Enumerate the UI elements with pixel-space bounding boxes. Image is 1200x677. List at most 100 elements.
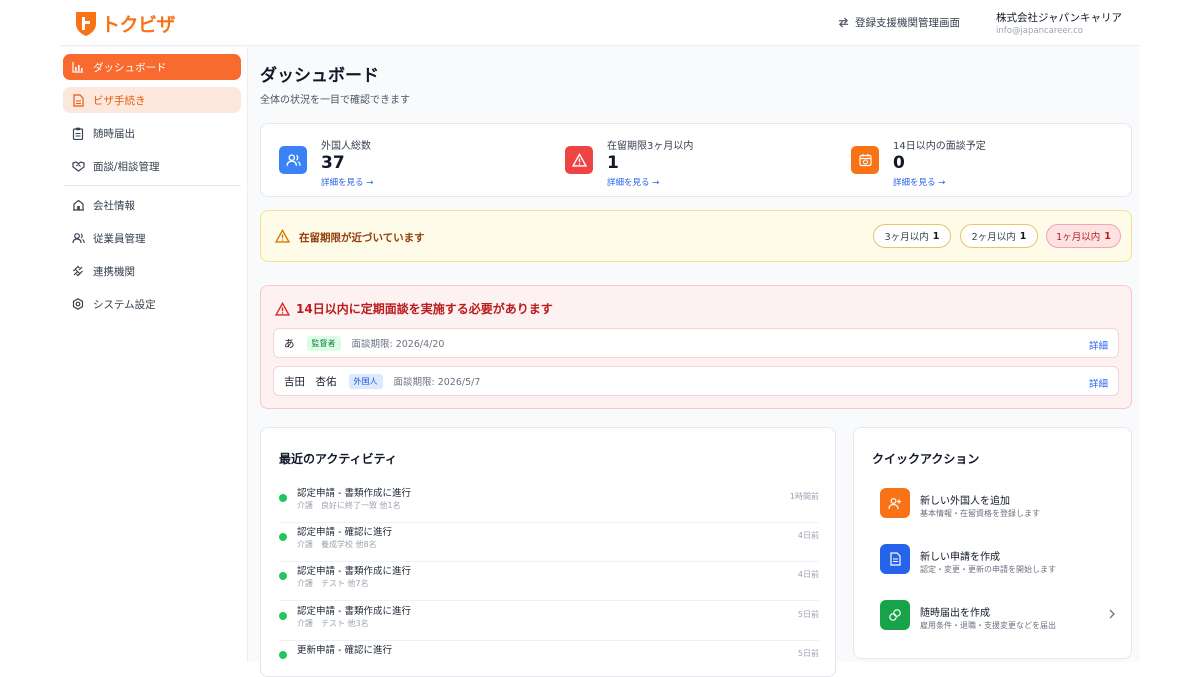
pill-1-month[interactable]: 1ヶ月以内 1 [1046, 224, 1121, 248]
stat-foreigners-total: 外国人総数 37 詳細を見る → [261, 124, 541, 188]
clipboard-icon [71, 126, 85, 140]
sidebar-item-label: 面談/相談管理 [93, 160, 160, 173]
pill-label: 2ヶ月以内 [971, 232, 1016, 243]
page-title: ダッシュボード [260, 66, 379, 86]
pill-2-months[interactable]: 2ヶ月以内 1 [960, 224, 1038, 248]
stat-detail-link[interactable]: 詳細を見る → [893, 176, 945, 188]
stat-detail-link[interactable]: 詳細を見る → [607, 176, 659, 188]
swap-icon [838, 17, 849, 28]
admin-switch-link[interactable]: 登録支援機関管理画面 [838, 15, 960, 30]
activity-sub: 介護 良好に終了一致 他1名 [297, 501, 401, 510]
user-plus-icon [880, 488, 910, 518]
page-subtitle: 全体の状況を一目で確認できます [260, 95, 410, 106]
interview-row: あ 監督者 面談期限: 2026/4/20 詳細 [273, 328, 1119, 358]
activity-item[interactable]: 更新申請 - 確認に進行 5日前 [279, 640, 819, 676]
pill-3-months[interactable]: 3ヶ月以内 1 [873, 224, 951, 248]
activity-title: 最近のアクティビティ [279, 452, 397, 466]
activity-item[interactable]: 認定申請 - 書類作成に進行 介護 良好に終了一致 他1名 1時間前 [279, 483, 819, 523]
top-header: トクビザ 登録支援機関管理画面 株式会社ジャパンキャリア info@japanc… [60, 0, 1140, 46]
handshake-icon [71, 159, 85, 173]
sidebar-item-label: ビザ手続き [93, 94, 146, 107]
activity-item[interactable]: 認定申請 - 書類作成に進行 介護 テスト 他7名 4日前 [279, 561, 819, 601]
file-icon [880, 544, 910, 574]
activity-text: 認定申請 - 書類作成に進行 [297, 606, 411, 617]
stat-label: 外国人総数 [321, 141, 371, 152]
sidebar-item-employees[interactable]: 従業員管理 [63, 225, 241, 251]
sidebar-item-dashboard[interactable]: ダッシュボード [63, 54, 241, 80]
sidebar: ダッシュボード ビザ手続き 随時届出 面談/相談管理 会社情報 従業員管理 連携… [60, 47, 248, 662]
sidebar-divider [63, 185, 241, 186]
activity-sub: 介護 養成学校 他8名 [297, 540, 377, 549]
quick-action-desc: 雇用条件・退職・支援変更などを届出 [920, 621, 1056, 630]
activity-time: 5日前 [797, 610, 819, 619]
sidebar-item-notifications[interactable]: 随時届出 [63, 120, 241, 146]
stat-interviews-upcoming: 14日以内の面談予定 0 詳細を見る → [833, 124, 1113, 188]
quick-action-new-application[interactable]: 新しい申請を作成 認定・変更・更新の申請を開始します [880, 544, 1120, 578]
sidebar-item-label: 随時届出 [93, 127, 135, 140]
activity-time: 4日前 [797, 531, 819, 540]
pill-label: 3ヶ月以内 [884, 232, 929, 243]
stat-value: 37 [321, 153, 345, 173]
quick-action-add-foreigner[interactable]: 新しい外国人を追加 基本情報・在留資格を登録します [880, 488, 1120, 522]
quick-action-desc: 認定・変更・更新の申請を開始します [920, 565, 1056, 574]
role-badge: 監督者 [306, 335, 341, 351]
status-dot [279, 533, 287, 541]
person-name: 吉田 杏佑 [284, 375, 337, 388]
interview-alert: 14日以内に定期面談を実施する必要があります あ 監督者 面談期限: 2026/… [260, 285, 1132, 409]
pill-count: 1 [1104, 230, 1111, 242]
quick-action-create-notification[interactable]: 随時届出を作成 雇用条件・退職・支援変更などを届出 [880, 600, 1120, 634]
user-email: info@japancareer.co [996, 26, 1083, 36]
gear-icon [71, 297, 85, 311]
stat-value: 1 [607, 153, 619, 173]
activity-text: 更新申請 - 確認に進行 [297, 645, 392, 656]
status-dot [279, 612, 287, 620]
role-badge: 外国人 [348, 373, 383, 389]
calendar-clock-icon [851, 146, 879, 174]
sidebar-item-interviews[interactable]: 面談/相談管理 [63, 153, 241, 179]
company-name[interactable]: 株式会社ジャパンキャリア [996, 10, 1122, 25]
sidebar-item-visa[interactable]: ビザ手続き [63, 87, 241, 113]
activity-item[interactable]: 認定申請 - 確認に進行 介護 養成学校 他8名 4日前 [279, 522, 819, 562]
sidebar-item-partners[interactable]: 連携機関 [63, 258, 241, 284]
sidebar-item-settings[interactable]: システム設定 [63, 291, 241, 317]
warning-icon [565, 146, 593, 174]
users-icon [71, 231, 85, 245]
activity-text: 認定申請 - 確認に進行 [297, 527, 392, 538]
interview-deadline: 面談期限: 2026/4/20 [351, 339, 445, 350]
interview-deadline: 面談期限: 2026/5/7 [393, 377, 481, 388]
activity-sub: 介護 テスト 他7名 [297, 579, 369, 588]
logo-text: トクビザ [101, 13, 176, 36]
interview-row: 吉田 杏佑 外国人 面談期限: 2026/5/7 詳細 [273, 366, 1119, 396]
warning-text: 在留期限が近づいています [299, 232, 425, 244]
activity-item[interactable]: 認定申請 - 書類作成に進行 介護 テスト 他3名 5日前 [279, 601, 819, 641]
chevron-right-icon [1109, 609, 1115, 619]
sidebar-item-label: 従業員管理 [93, 232, 146, 245]
person-name: あ [284, 337, 295, 350]
activity-text: 認定申請 - 書類作成に進行 [297, 566, 411, 577]
visa-expiry-warning: 在留期限が近づいています 3ヶ月以内 1 2ヶ月以内 1 1ヶ月以内 1 [260, 210, 1132, 262]
quick-actions-title: クイックアクション [872, 452, 980, 466]
detail-link[interactable]: 詳細 [1089, 376, 1108, 390]
app-window: トクビザ 登録支援機関管理画面 株式会社ジャパンキャリア info@japanc… [60, 0, 1140, 677]
activity-text: 認定申請 - 書類作成に進行 [297, 488, 411, 499]
stat-detail-link[interactable]: 詳細を見る → [321, 176, 373, 188]
quick-action-title: 随時届出を作成 [920, 608, 990, 619]
alert-title: 14日以内に定期面談を実施する必要があります [296, 302, 553, 316]
detail-link[interactable]: 詳細 [1089, 338, 1108, 352]
building-icon [71, 198, 85, 212]
quick-action-title: 新しい外国人を追加 [920, 496, 1010, 507]
logo[interactable]: トクビザ [74, 8, 176, 38]
sidebar-item-label: 連携機関 [93, 265, 135, 278]
pill-label: 1ヶ月以内 [1056, 232, 1101, 243]
users-icon [279, 146, 307, 174]
stat-value: 0 [893, 153, 905, 173]
stat-label: 14日以内の面談予定 [893, 141, 986, 152]
admin-switch-label: 登録支援機関管理画面 [855, 17, 960, 29]
activity-time: 1時間前 [789, 492, 819, 501]
sidebar-item-company[interactable]: 会社情報 [63, 192, 241, 218]
status-dot [279, 494, 287, 502]
warning-icon [275, 301, 290, 316]
alert-header: 14日以内に定期面談を実施する必要があります [275, 300, 553, 317]
stat-label: 在留期限3ヶ月以内 [607, 141, 694, 152]
quick-action-title: 新しい申請を作成 [920, 552, 1000, 563]
